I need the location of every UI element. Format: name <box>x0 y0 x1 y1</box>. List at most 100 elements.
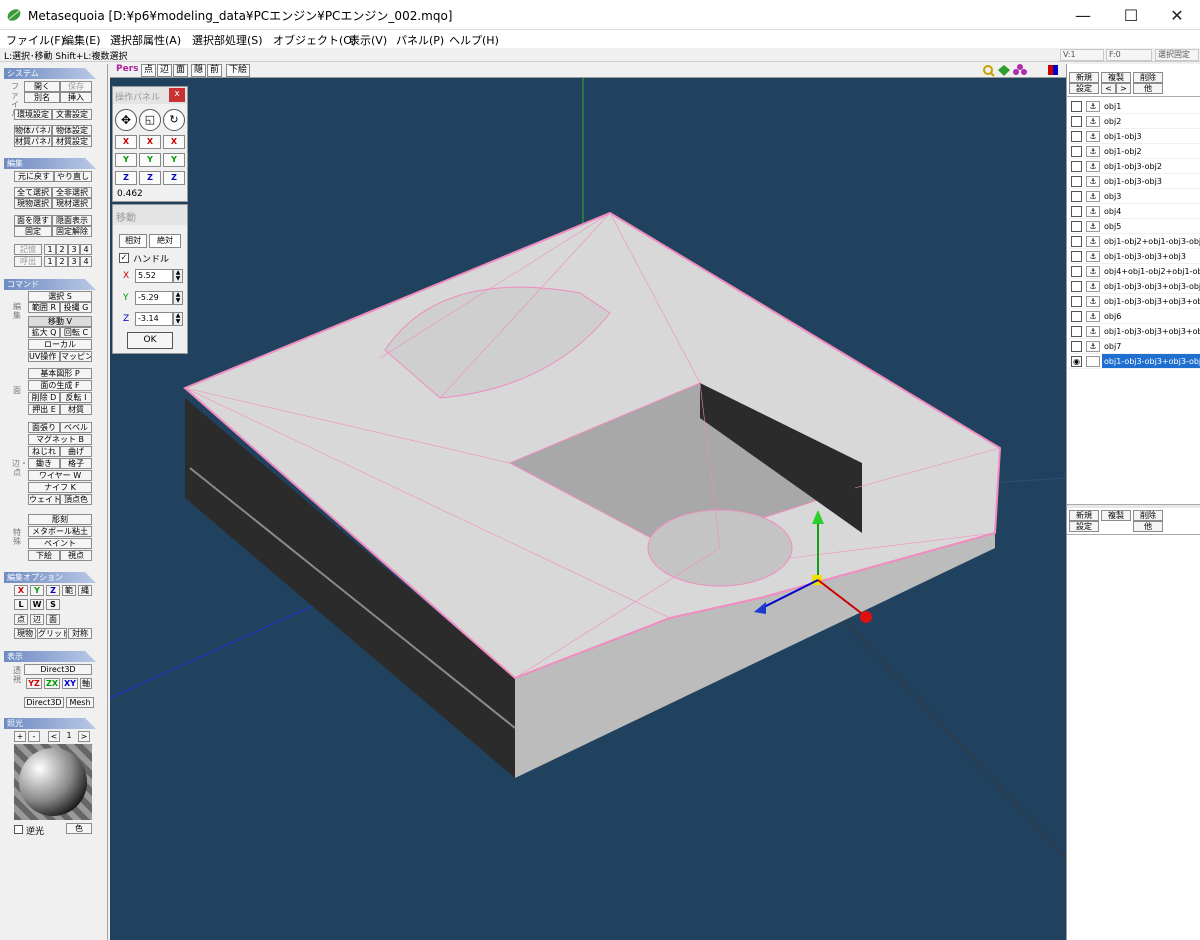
memory-slot-4[interactable]: 4 <box>80 244 92 255</box>
lattice-tool-button[interactable]: 格子 <box>60 458 92 469</box>
ok-button[interactable]: OK <box>127 332 173 349</box>
front-toggle[interactable]: 前 <box>207 64 223 77</box>
hide-faces-button[interactable]: 面を隠す <box>14 215 52 226</box>
magnet-tool-button[interactable]: マグネット B <box>28 434 92 445</box>
scale-handle-icon[interactable]: ◱ <box>139 109 161 131</box>
visibility-checkbox[interactable] <box>1071 116 1082 127</box>
z-value-field[interactable]: -3.14 <box>135 312 173 326</box>
list-item[interactable]: ⚓ obj4+obj1-obj2+obj1-obj3 <box>1069 264 1200 279</box>
scale-x-button[interactable]: X <box>139 135 161 149</box>
axis-z-toggle[interactable]: Z <box>46 585 60 596</box>
menu-selection-process[interactable]: 選択部処理(S) <box>192 32 263 48</box>
visibility-checkbox[interactable] <box>1071 206 1082 217</box>
direct3d-view-button[interactable]: Direct3D <box>24 664 92 675</box>
x-spinner[interactable]: ▲ ▼ <box>173 269 183 283</box>
visibility-checkbox[interactable] <box>1071 101 1082 112</box>
unfix-button[interactable]: 固定解除 <box>52 226 92 237</box>
rotate-z-button[interactable]: Z <box>163 171 185 185</box>
object-panel-button[interactable]: 物体パネル <box>14 125 52 136</box>
minimize-button[interactable]: — <box>1060 0 1106 30</box>
list-item[interactable]: ⚓ obj4 <box>1069 204 1200 219</box>
open-button[interactable]: 開く <box>24 81 60 92</box>
vertex-color-tool-button[interactable]: 頂点色 <box>60 494 92 505</box>
zx-view-button[interactable]: ZX <box>44 678 60 689</box>
fix-button[interactable]: 固定 <box>14 226 52 237</box>
backlight-checkbox[interactable] <box>14 825 23 834</box>
lock-icon[interactable]: ⚓ <box>1086 236 1100 247</box>
lock-icon[interactable]: ⚓ <box>1086 326 1100 337</box>
axis-x-toggle[interactable]: X <box>14 585 28 596</box>
list-item[interactable]: ⚓ obj1-obj3-obj3+obj3 <box>1069 249 1200 264</box>
select-all-button[interactable]: 全て選択 <box>14 187 52 198</box>
list-item-selected[interactable]: ◉ obj1-obj3-obj3+obj3-obj3 <box>1069 354 1200 369</box>
delete-object-button[interactable]: 削除 <box>1133 72 1163 83</box>
color-mode-icon[interactable] <box>1048 65 1058 75</box>
menu-help[interactable]: ヘルプ(H) <box>449 32 499 48</box>
select-current-material-button[interactable]: 現材選択 <box>52 198 92 209</box>
lock-icon[interactable]: ⚓ <box>1086 146 1100 157</box>
axis-view-button[interactable]: 軸 <box>80 678 92 689</box>
grid-toggle[interactable]: グリッド <box>37 628 67 639</box>
visibility-checkbox[interactable] <box>1071 341 1082 352</box>
symmetry-toggle[interactable]: 対称 <box>68 628 92 639</box>
list-item[interactable]: ⚓ obj3 <box>1069 189 1200 204</box>
uv-tool-button[interactable]: UV操作 U <box>28 351 60 362</box>
material-list[interactable] <box>1067 534 1200 940</box>
paint-tool-button[interactable]: ペイント <box>28 538 92 549</box>
menu-object[interactable]: オブジェクト(O) <box>273 32 356 48</box>
memory-slot-3[interactable]: 3 <box>68 244 80 255</box>
mapping-tool-button[interactable]: マッピング <box>60 351 92 362</box>
light-color-button[interactable]: 色 <box>66 823 92 834</box>
new-object-button[interactable]: 新規 <box>1069 72 1099 83</box>
background-tool-button[interactable]: 下絵 <box>28 550 60 561</box>
memory-button[interactable]: 記憶 <box>14 244 42 255</box>
face-generate-tool-button[interactable]: 面の生成 F <box>28 380 92 391</box>
lock-icon[interactable]: ⚓ <box>1086 131 1100 142</box>
view-navigation-icons[interactable] <box>982 64 1034 77</box>
object-next-button[interactable]: > <box>1116 83 1131 94</box>
undo-button[interactable]: 元に戻す <box>14 171 54 182</box>
close-button[interactable]: ✕ <box>1154 0 1200 30</box>
metaball-tool-button[interactable]: メタボール粘土 <box>28 526 92 537</box>
direct3d-render-button[interactable]: Direct3D <box>24 697 64 708</box>
deselect-all-button[interactable]: 全非選択 <box>52 187 92 198</box>
material-tool-button[interactable]: 材質 <box>60 404 92 415</box>
relative-mode-button[interactable]: 相対 <box>119 234 147 248</box>
y-spinner[interactable]: ▲ ▼ <box>173 291 183 305</box>
lock-icon[interactable]: ⚓ <box>1086 176 1100 187</box>
absolute-mode-button[interactable]: 絶対 <box>149 234 181 248</box>
visibility-checkbox[interactable] <box>1071 296 1082 307</box>
material-other-button[interactable]: 他 <box>1133 521 1163 532</box>
extrude-tool-button[interactable]: 押出 E <box>28 404 60 415</box>
rotate-handle-icon[interactable]: ↻ <box>163 109 185 131</box>
move-x-button[interactable]: X <box>115 135 137 149</box>
list-item[interactable]: ⚓ obj1-obj3-obj3+obj3+obj3 <box>1069 294 1200 309</box>
insert-button[interactable]: 挿入 <box>60 92 92 103</box>
face-option-toggle[interactable]: 面 <box>46 614 60 625</box>
lasso-tool-button[interactable]: 投縄 G <box>60 302 92 313</box>
flip-tool-button[interactable]: 反転 I <box>60 392 92 403</box>
mesh-render-button[interactable]: Mesh <box>66 697 94 708</box>
duplicate-object-button[interactable]: 複製 <box>1101 72 1131 83</box>
show-points-toggle[interactable]: 点 <box>141 64 157 77</box>
visibility-checkbox[interactable] <box>1071 221 1082 232</box>
current-object-toggle[interactable]: 現物 <box>14 628 36 639</box>
xy-view-button[interactable]: XY <box>62 678 78 689</box>
list-item[interactable]: ⚓ obj7 <box>1069 339 1200 354</box>
range-tool-button[interactable]: 範囲 R <box>28 302 60 313</box>
lock-icon[interactable]: ⚓ <box>1086 161 1100 172</box>
local-option-toggle[interactable]: L <box>14 599 28 610</box>
selection-lock-button[interactable]: 選択固定 <box>1155 49 1199 61</box>
scale-y-button[interactable]: Y <box>139 153 161 167</box>
move-tool-button[interactable]: 移動 V <box>28 316 92 327</box>
recall-button[interactable]: 呼出 <box>14 256 42 267</box>
lock-icon[interactable]: ⚓ <box>1086 266 1100 277</box>
menu-file[interactable]: ファイル(F) <box>6 32 65 48</box>
add-light-button[interactable]: + <box>14 731 26 742</box>
visibility-checkbox[interactable] <box>1071 251 1082 262</box>
material-settings-button[interactable]: 材質設定 <box>52 136 92 147</box>
point-option-toggle[interactable]: 点 <box>14 614 28 625</box>
list-item[interactable]: ⚓ obj2 <box>1069 114 1200 129</box>
light-preview[interactable] <box>14 744 92 820</box>
bevel-tool-button[interactable]: ベベル <box>60 422 92 433</box>
